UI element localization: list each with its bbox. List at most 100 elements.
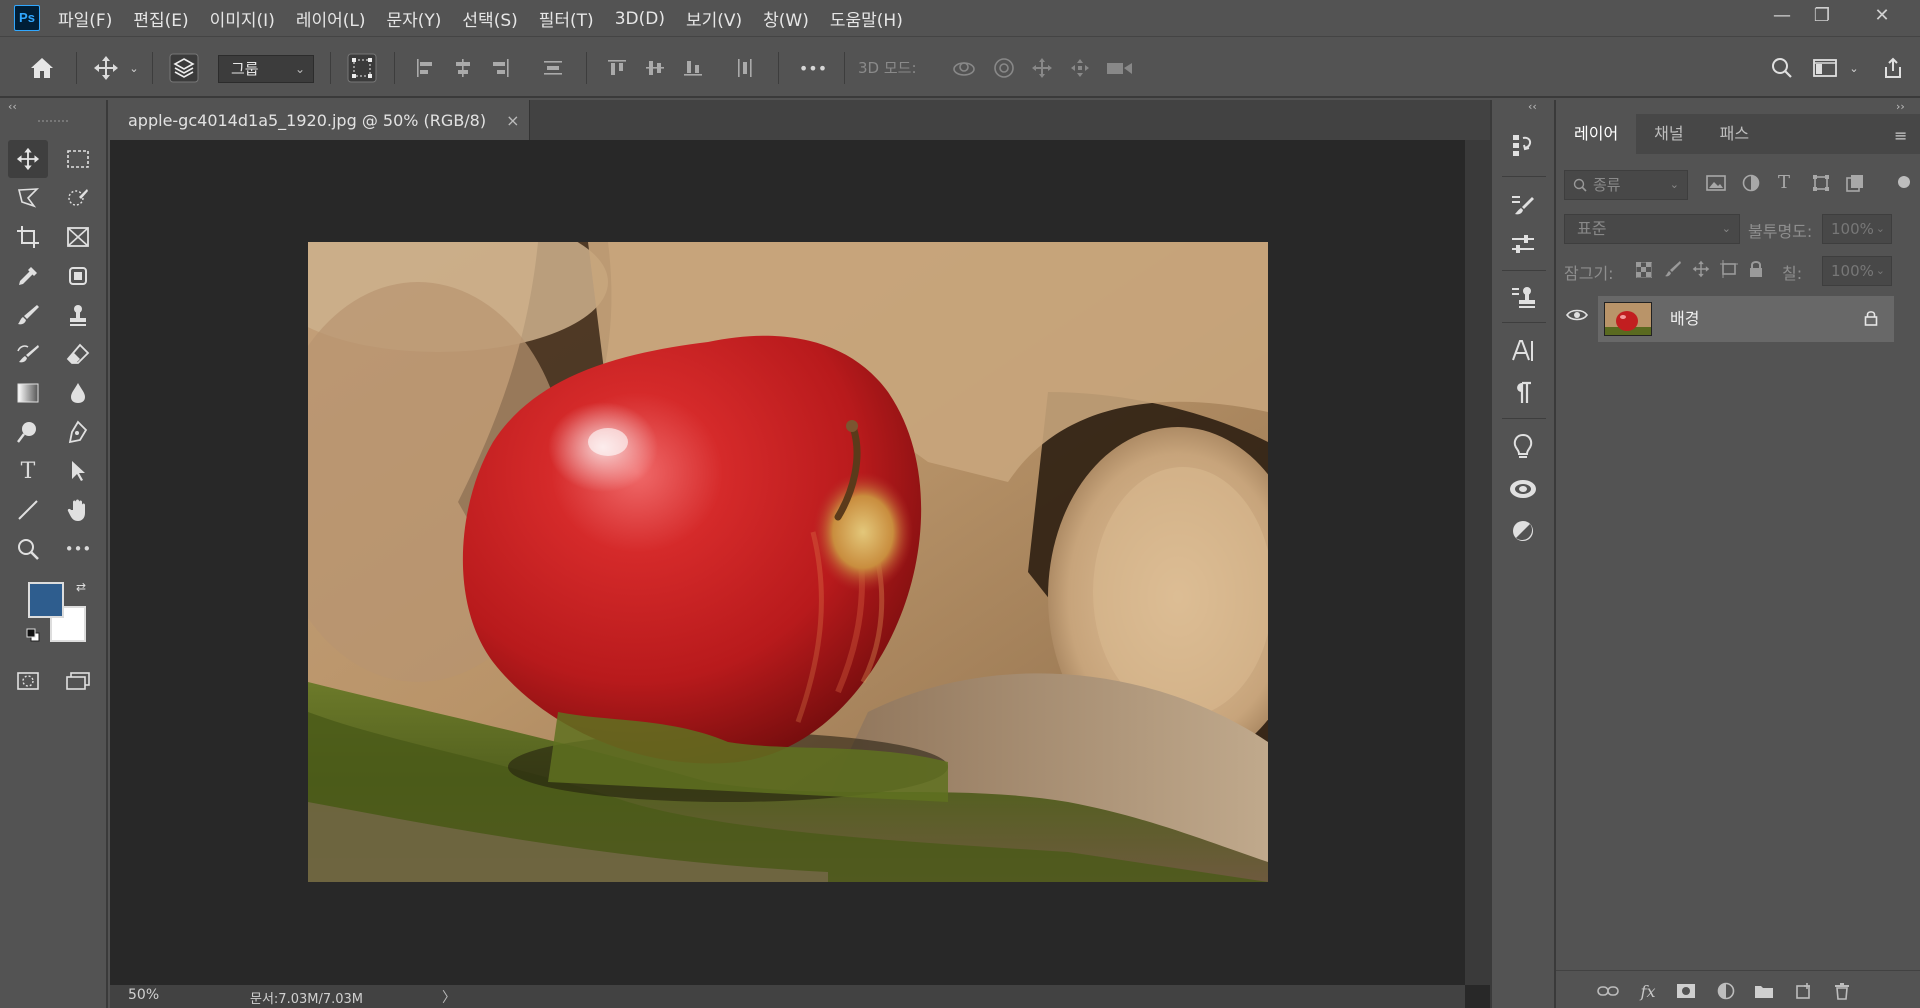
share-button[interactable] <box>1876 38 1910 98</box>
align-right-button[interactable] <box>486 38 516 98</box>
search-button[interactable] <box>1764 38 1800 98</box>
align-middle-v-button[interactable] <box>640 38 670 98</box>
document-tab[interactable]: apple-gc4014d1a5_1920.jpg @ 50% (RGB/8) … <box>110 100 530 140</box>
layer-row[interactable]: 배경 <box>1598 296 1894 342</box>
opacity-input[interactable]: 100% ⌄ <box>1822 214 1892 244</box>
link-layers-button[interactable] <box>1596 979 1620 1003</box>
panel-menu-icon[interactable]: ≡ <box>1894 126 1907 145</box>
blur-tool[interactable] <box>58 374 98 412</box>
filter-type-button[interactable]: T <box>1778 172 1790 193</box>
home-button[interactable] <box>24 38 60 98</box>
move-tool-preset[interactable] <box>88 38 124 98</box>
delete-layer-button[interactable] <box>1830 979 1854 1003</box>
transform-controls-toggle[interactable] <box>344 38 380 98</box>
pen-tool[interactable] <box>58 413 98 451</box>
crop-tool[interactable] <box>8 218 48 256</box>
align-left-button[interactable] <box>410 38 440 98</box>
brush-settings-button[interactable] <box>1506 188 1540 222</box>
blend-mode-dropdown[interactable]: 표준 ⌄ <box>1564 214 1740 244</box>
lock-transparent-button[interactable] <box>1635 261 1653 282</box>
orbit-3d-button[interactable] <box>950 38 978 98</box>
default-colors-icon[interactable] <box>26 628 40 642</box>
auto-select-toggle[interactable] <box>166 38 202 98</box>
lasso-tool[interactable] <box>8 179 48 217</box>
layer-visibility-toggle[interactable] <box>1566 308 1588 326</box>
menu-help[interactable]: 도움말(H) <box>830 6 903 31</box>
eraser-tool[interactable] <box>58 335 98 373</box>
roll-3d-button[interactable] <box>990 38 1018 98</box>
libraries-panel-button[interactable] <box>1506 472 1540 506</box>
edit-toolbar-button[interactable]: ••• <box>58 530 98 568</box>
character-panel-button[interactable] <box>1506 334 1540 368</box>
filter-shape-button[interactable] <box>1812 174 1830 196</box>
new-group-button[interactable] <box>1752 979 1776 1003</box>
collapse-strip-icon[interactable]: ‹‹ <box>1528 100 1537 113</box>
history-brush-tool[interactable] <box>8 335 48 373</box>
menu-image[interactable]: 이미지(I) <box>210 6 275 31</box>
lock-all-button[interactable] <box>1748 260 1764 282</box>
align-bottom-button[interactable] <box>678 38 708 98</box>
status-menu-arrow[interactable]: 〉 <box>442 987 456 1007</box>
filter-adjustment-button[interactable] <box>1742 174 1760 196</box>
dodge-tool[interactable] <box>8 413 48 451</box>
filter-pixel-button[interactable] <box>1706 174 1726 196</box>
foreground-color-swatch[interactable] <box>28 582 64 618</box>
add-mask-button[interactable] <box>1674 979 1698 1003</box>
quick-selection-tool[interactable] <box>58 179 98 217</box>
menu-filter[interactable]: 필터(T) <box>539 6 594 31</box>
drag-handle[interactable] <box>38 120 68 122</box>
zoom-tool[interactable] <box>8 530 48 568</box>
collapse-tools-icon[interactable]: ‹‹ <box>8 100 17 113</box>
lock-pixels-button[interactable] <box>1664 260 1682 282</box>
path-selection-tool[interactable] <box>58 452 98 490</box>
move-tool[interactable] <box>8 140 48 178</box>
tab-channels[interactable]: 채널 <box>1636 114 1701 154</box>
lock-position-button[interactable] <box>1692 260 1710 282</box>
menu-layer[interactable]: 레이어(L) <box>296 6 366 31</box>
screen-mode-button[interactable] <box>58 662 98 700</box>
paragraph-panel-button[interactable] <box>1506 376 1540 410</box>
menu-edit[interactable]: 편집(E) <box>133 6 188 31</box>
clone-stamp-tool[interactable] <box>58 296 98 334</box>
clone-source-button[interactable] <box>1506 280 1540 314</box>
pan-3d-button[interactable] <box>1028 38 1056 98</box>
quick-mask-button[interactable] <box>8 662 48 700</box>
new-layer-button[interactable] <box>1792 979 1816 1003</box>
fill-input[interactable]: 100% ⌄ <box>1822 256 1892 286</box>
menu-file[interactable]: 파일(F) <box>58 6 112 31</box>
distribute-vertical-button[interactable] <box>538 38 568 98</box>
menu-3d[interactable]: 3D(D) <box>615 9 665 29</box>
distribute-horizontal-button[interactable] <box>730 38 760 98</box>
kind-filter-dropdown[interactable]: 종류 ⌄ <box>1564 170 1688 200</box>
hand-tool[interactable] <box>58 491 98 529</box>
zoom-level[interactable]: 50% <box>128 987 159 1003</box>
chevron-down-icon[interactable]: ⌄ <box>126 38 142 98</box>
close-window-button[interactable]: ✕ <box>1862 2 1902 30</box>
gradient-tool[interactable] <box>8 374 48 412</box>
align-center-h-button[interactable] <box>448 38 478 98</box>
brush-tool[interactable] <box>8 296 48 334</box>
layer-name[interactable]: 배경 <box>1670 296 1699 342</box>
marquee-tool[interactable] <box>58 140 98 178</box>
tab-paths[interactable]: 패스 <box>1702 114 1767 154</box>
adjustments-panel-button[interactable] <box>1506 514 1540 548</box>
auto-select-dropdown[interactable]: 그룹 ⌄ <box>218 55 314 83</box>
minimize-button[interactable]: — <box>1762 2 1802 30</box>
vertical-scrollbar[interactable] <box>1465 140 1490 985</box>
line-tool[interactable] <box>8 491 48 529</box>
menu-type[interactable]: 문자(Y) <box>386 6 441 31</box>
restore-button[interactable]: ❐ <box>1802 2 1842 30</box>
close-tab-icon[interactable]: × <box>506 111 519 130</box>
learn-panel-button[interactable] <box>1506 430 1540 464</box>
content-aware-tool[interactable] <box>58 257 98 295</box>
swap-colors-icon[interactable]: ⇄ <box>76 580 90 594</box>
canvas-image[interactable] <box>308 242 1268 882</box>
filter-smart-object-button[interactable] <box>1846 174 1864 196</box>
collapse-panel-icon[interactable]: ›› <box>1896 100 1905 113</box>
lock-artboard-button[interactable] <box>1720 260 1738 282</box>
new-adjustment-layer-button[interactable] <box>1714 979 1738 1003</box>
workspace-button[interactable] <box>1808 38 1842 98</box>
menu-select[interactable]: 선택(S) <box>462 6 517 31</box>
adjustments-button[interactable] <box>1506 228 1540 262</box>
align-top-button[interactable] <box>602 38 632 98</box>
